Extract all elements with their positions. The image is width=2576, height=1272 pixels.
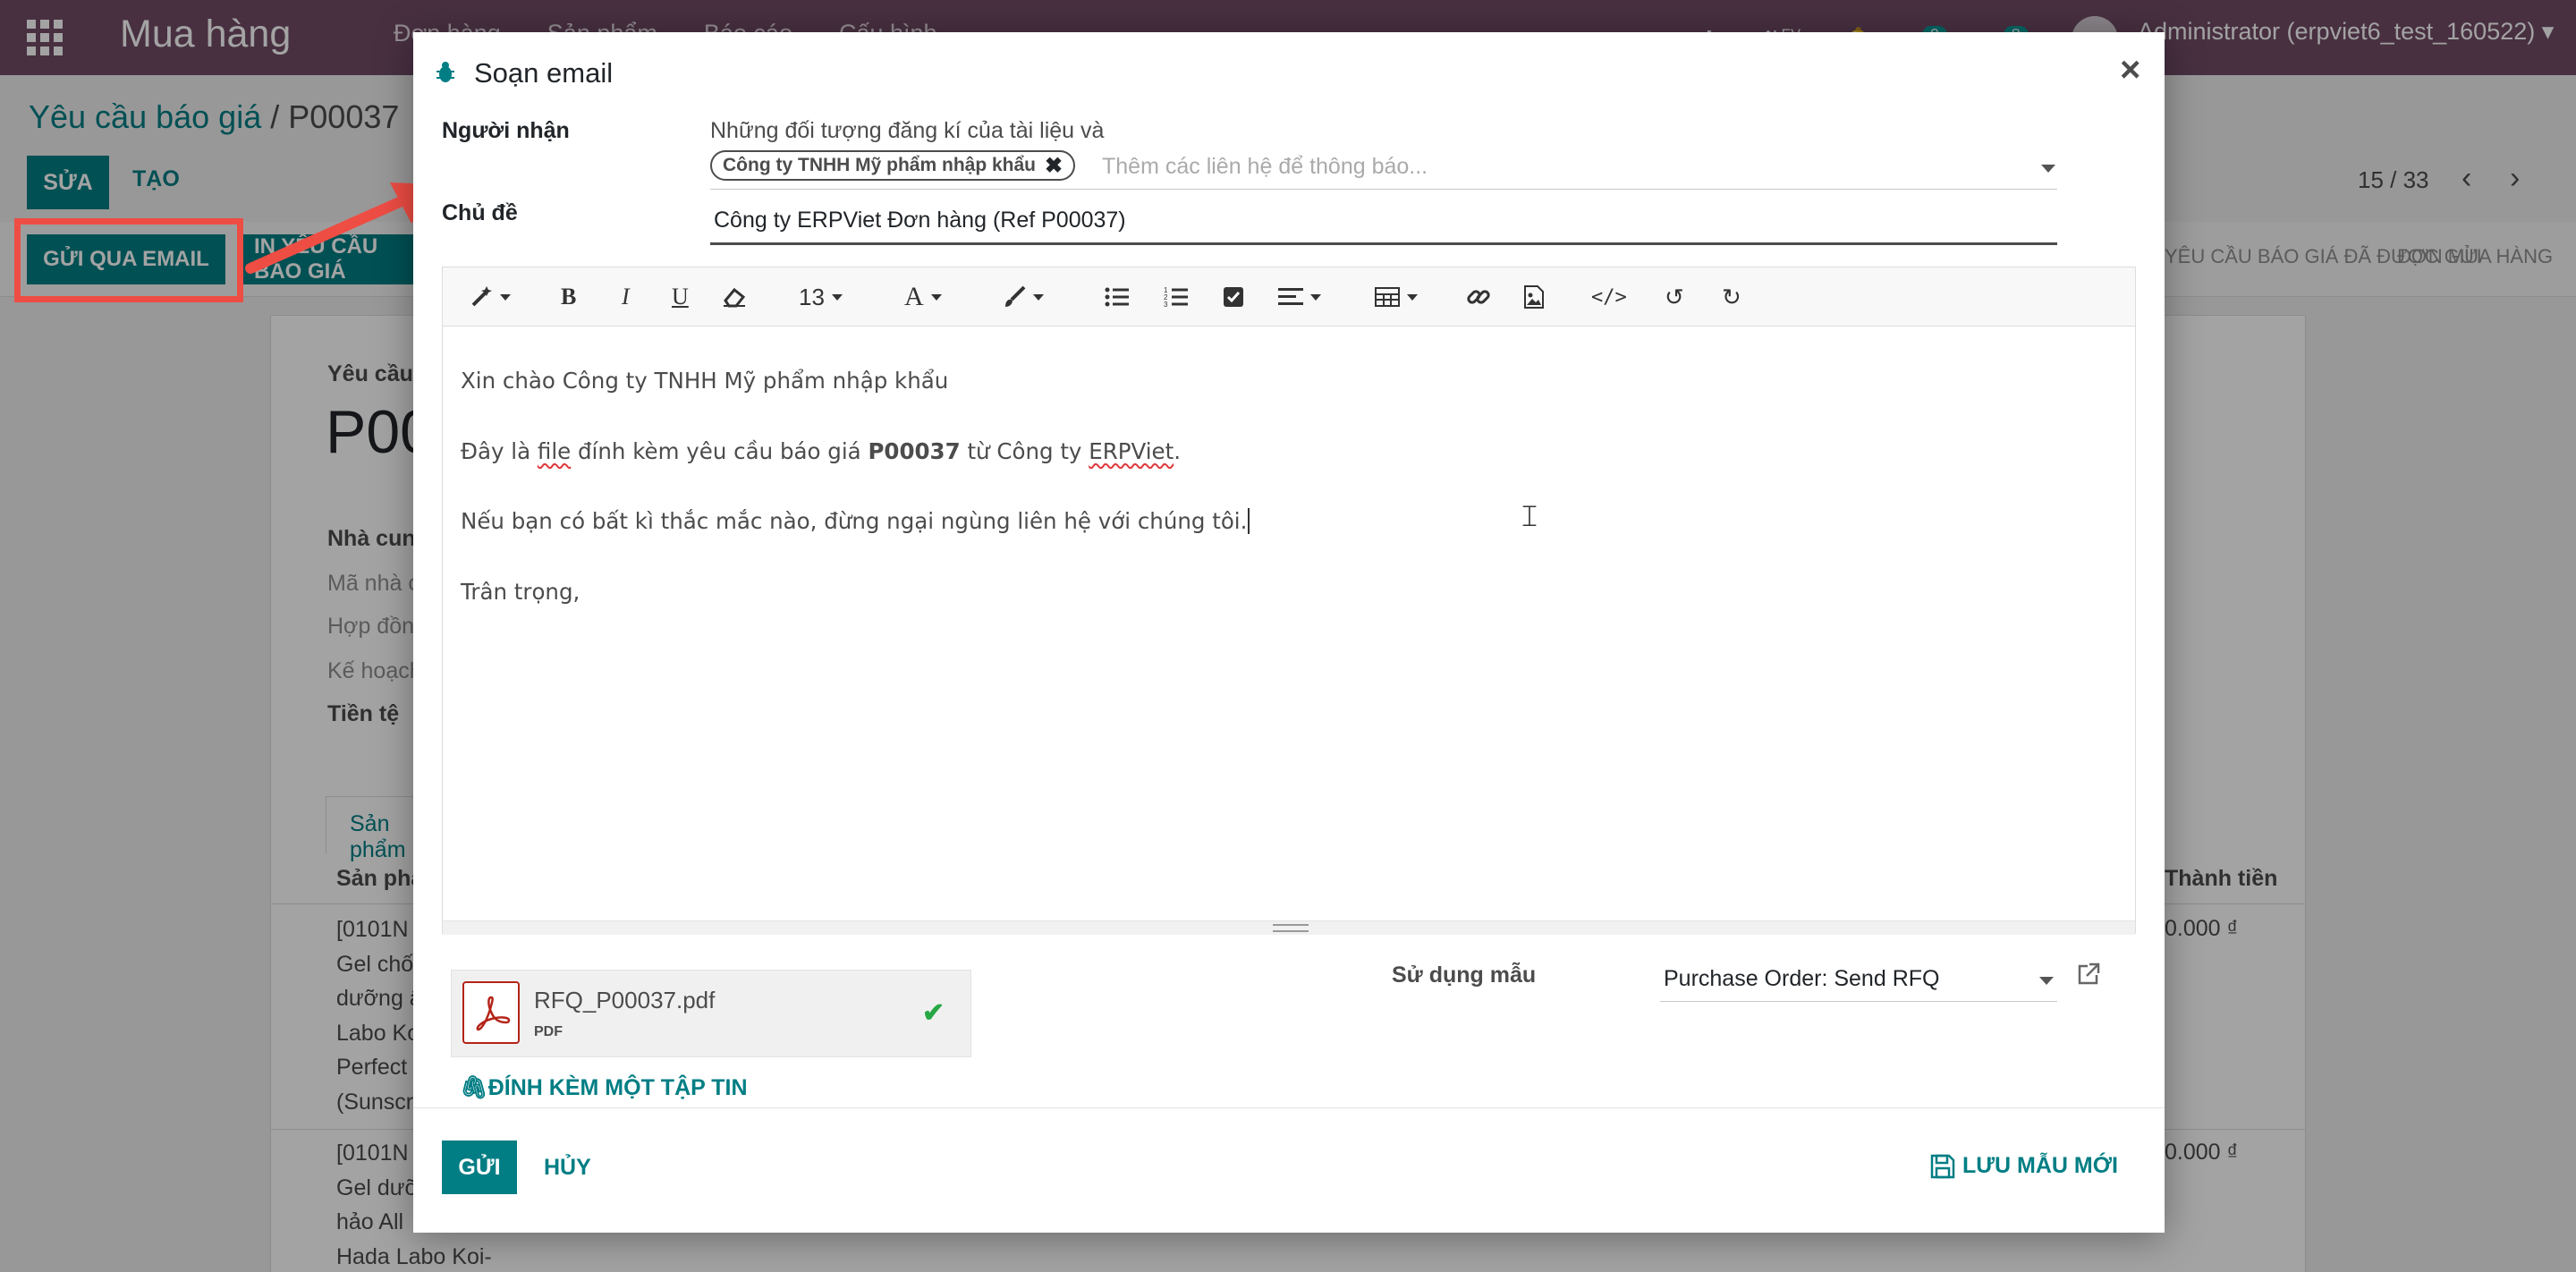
subject-input[interactable]: Công ty ERPViet Đơn hàng (Ref P00037) [710,200,2057,245]
numbered-list-icon[interactable]: 123 [1164,282,1189,312]
text-cursor-icon: 𝙸 [1519,499,1540,533]
font-size-dropdown[interactable]: 13 [799,282,843,312]
editor-resize-handle[interactable] [443,920,2135,935]
table-icon[interactable] [1375,282,1418,312]
image-icon[interactable] [1523,282,1545,312]
magic-wand-icon[interactable] [470,282,511,312]
template-label: Sử dụng mẫu [1392,962,1537,988]
body-greeting: Xin chào Công ty TNHH Mỹ phẩm nhập khẩu [461,368,949,394]
email-body[interactable]: Xin chào Công ty TNHH Mỹ phẩm nhập khẩu … [461,346,1250,627]
eraser-icon[interactable] [722,282,747,312]
save-template-button[interactable]: LƯU MẪU MỚI [1930,1153,2118,1179]
paperclip-icon: 🖇 [460,1075,488,1100]
recipient-tag[interactable]: Công ty TNHH Mỹ phẩm nhập khẩu ✖ [710,150,1076,181]
html-editor: B I U 13 A 123 </> ↺ ↻ Xin chào Công ty … [442,267,2136,935]
checklist-icon[interactable] [1223,282,1244,312]
chevron-down-icon[interactable] [2039,977,2054,985]
underline-icon[interactable]: U [672,282,689,312]
followers-text: Những đối tượng đăng kí của tài liệu và [710,118,1105,143]
external-link-icon[interactable] [2077,962,2100,986]
redo-icon[interactable]: ↻ [1722,282,1741,312]
modal-footer: GỬI HỦY LƯU MẪU MỚI [413,1107,2165,1233]
link-icon[interactable] [1466,282,1491,312]
editor-toolbar: B I U 13 A 123 </> ↺ ↻ [443,267,2135,326]
floppy-disk-icon [1930,1154,1955,1178]
svg-text:3: 3 [1164,301,1168,308]
annotation-highlight [14,218,243,302]
modal-header: Soạn email × [413,32,2165,113]
compose-email-dialog: Soạn email × Người nhận Những đối tượng … [413,32,2165,1233]
subject-label: Chủ đề [442,200,518,225]
attachment-type: PDF [534,1024,563,1039]
undo-icon[interactable]: ↺ [1665,282,1684,312]
chevron-down-icon[interactable] [2041,165,2055,173]
align-icon[interactable] [1278,282,1321,312]
cancel-button[interactable]: HỦY [544,1155,591,1181]
paint-brush-icon[interactable] [1003,282,1044,312]
template-select[interactable]: Purchase Order: Send RFQ [1660,959,2057,1002]
bullet-list-icon[interactable] [1105,282,1130,312]
pdf-file-icon [462,981,520,1044]
recipients-label: Người nhận [442,118,570,143]
remove-tag-icon[interactable]: ✖ [1045,153,1063,179]
body-attachment-line: Đây là file đính kèm yêu cầu báo giá P00… [461,437,1182,464]
attach-file-button[interactable]: 🖇ĐÍNH KÈM MỘT TẬP TIN [460,1075,748,1101]
italic-icon[interactable]: I [622,282,630,312]
attachment-name: RFQ_P00037.pdf [534,987,716,1013]
recipients-input[interactable]: Thêm các liên hệ để thông báo... [1102,154,1428,180]
recipients-field[interactable]: Công ty TNHH Mỹ phẩm nhập khẩu ✖ Thêm cá… [710,147,2057,190]
check-icon: ✔ [922,998,945,1028]
bug-icon [436,62,454,82]
font-color-icon[interactable]: A [904,282,942,312]
close-icon[interactable]: × [2120,50,2140,90]
body-closing: Trân trọng, [461,578,580,605]
attachment-card[interactable]: RFQ_P00037.pdf PDF ✔ [451,970,971,1057]
modal-title: Soạn email [474,57,614,89]
body-question-line: Nếu bạn có bất kì thắc mắc nào, đừng ngạ… [461,487,1250,557]
bold-icon[interactable]: B [561,282,576,312]
code-view-icon[interactable]: </> [1591,282,1627,312]
send-button[interactable]: GỬI [442,1141,517,1194]
